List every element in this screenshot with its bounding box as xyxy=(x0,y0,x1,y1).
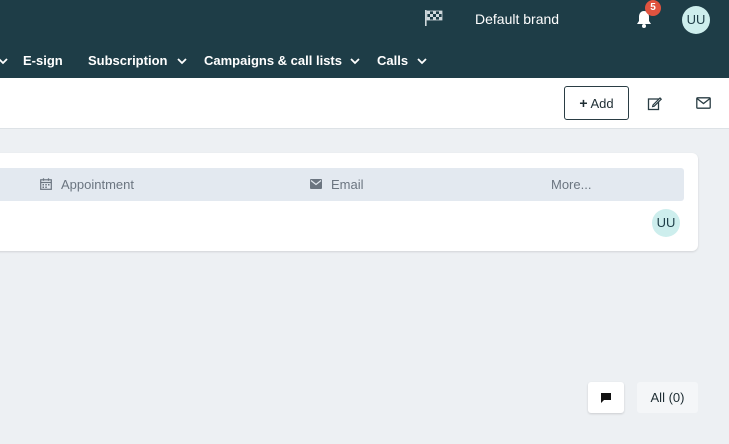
chevron-down-icon[interactable] xyxy=(417,57,427,65)
notification-badge: 5 xyxy=(645,0,661,16)
nav-item-esign[interactable]: E-sign xyxy=(23,53,63,68)
page-toolbar: + Add xyxy=(0,78,729,129)
all-filter-button[interactable]: All (0) xyxy=(637,382,698,413)
chevron-down-icon[interactable] xyxy=(0,57,8,65)
main-nav: E-sign Subscription Campaigns & call lis… xyxy=(0,42,729,78)
tab-more[interactable]: More... xyxy=(551,177,591,192)
header-row: Default brand 5 UU xyxy=(0,0,729,38)
top-navigation-bar: Default brand 5 UU E-sign Subscription C… xyxy=(0,0,729,78)
envelope-icon xyxy=(310,179,322,189)
nav-item-campaigns[interactable]: Campaigns & call lists xyxy=(204,53,342,68)
nav-item-subscription[interactable]: Subscription xyxy=(88,53,167,68)
add-button-label: Add xyxy=(590,95,614,111)
user-avatar[interactable]: UU xyxy=(682,6,710,34)
activity-type-tabs: Appointment Email More... xyxy=(0,168,684,201)
tab-email[interactable]: Email xyxy=(331,177,364,192)
chevron-down-icon[interactable] xyxy=(350,57,360,65)
envelope-icon[interactable] xyxy=(696,97,711,109)
brand-selector[interactable]: Default brand xyxy=(475,11,559,27)
comment-button[interactable] xyxy=(588,382,624,413)
activity-card: Appointment Email More... xyxy=(0,153,698,251)
add-button[interactable]: + Add xyxy=(564,86,629,120)
plus-icon: + xyxy=(579,95,588,111)
nav-item-calls[interactable]: Calls xyxy=(377,53,408,68)
activity-user-avatar[interactable]: UU xyxy=(652,209,680,237)
tab-appointment[interactable]: Appointment xyxy=(61,177,134,192)
comment-icon xyxy=(601,393,611,403)
edit-icon[interactable] xyxy=(647,96,662,111)
calendar-icon xyxy=(40,178,52,190)
checkered-flag-icon[interactable] xyxy=(424,9,444,27)
chevron-down-icon[interactable] xyxy=(177,57,187,65)
